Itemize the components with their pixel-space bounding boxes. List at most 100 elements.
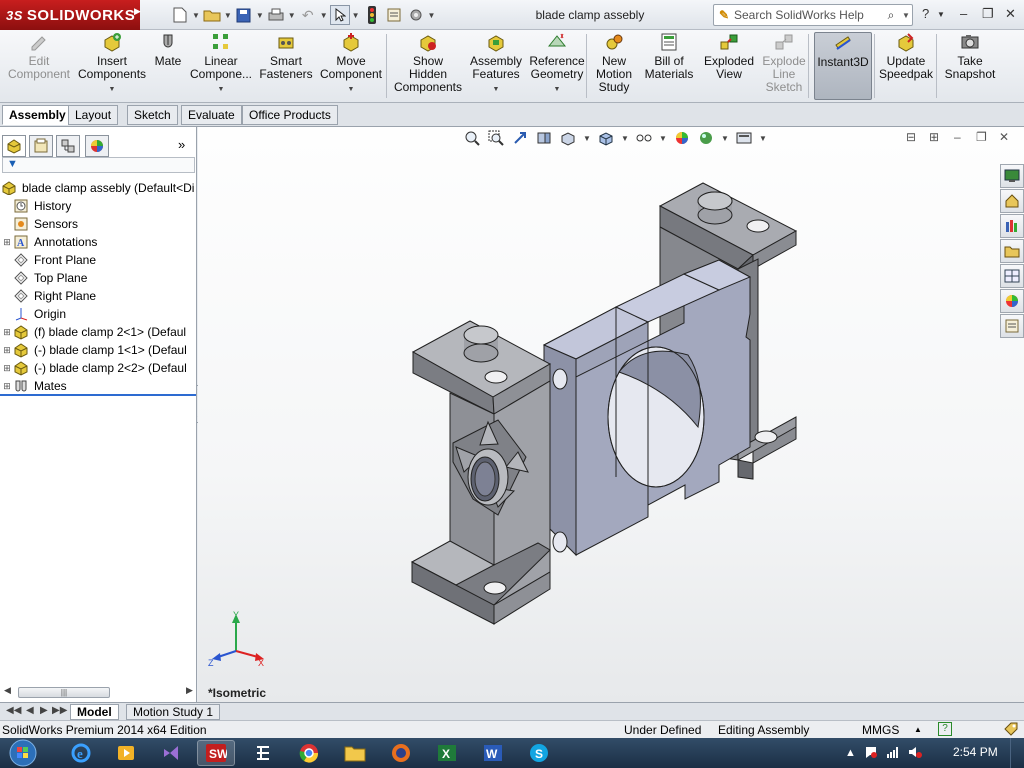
options-dropdown-arrow[interactable]: ▼ [428,11,436,20]
home-icon[interactable] [1000,189,1024,213]
command-dropdown-arrow[interactable]: ▼ [218,83,225,96]
network-signal-icon[interactable] [886,745,900,762]
scroll-thumb[interactable]: ||| [18,687,110,698]
update-speedpak-button[interactable]: Update Speedpak [878,32,934,100]
media-player-icon[interactable] [107,740,145,766]
tree-item-mates[interactable]: ⊞ Mates [0,377,197,395]
next-tab-arrow-icon[interactable]: ▶ [40,705,48,716]
system-clock[interactable]: 2:54 PM [953,745,998,759]
display-style-dropdown-arrow[interactable]: ▼ [621,134,629,143]
tab-model[interactable]: Model [70,704,119,720]
search-input[interactable]: Search SolidWorks Help [734,8,880,22]
last-tab-arrow-icon[interactable]: ▶▶ [52,705,67,716]
show-desktop-button[interactable] [1010,738,1024,768]
instant3d-button[interactable]: Instant3D [814,32,872,100]
first-tab-arrow-icon[interactable]: ◀◀ [6,705,21,716]
new-dropdown-arrow[interactable]: ▼ [192,11,200,20]
center-clamp-part[interactable] [542,259,752,557]
scene-dropdown-arrow[interactable]: ▼ [721,134,729,143]
reference-geometry-button[interactable]: Reference Geometry ▼ [528,32,586,100]
help-status-icon[interactable]: ? [938,722,952,736]
bill-of-materials-button[interactable]: Bill of Materials [642,32,696,100]
search-icon[interactable]: ⌕ [880,8,902,23]
move-component-button[interactable]: Move Component ▼ [318,32,384,100]
view-orientation-dropdown-arrow[interactable]: ▼ [583,134,591,143]
tree-item-history[interactable]: History [0,197,197,215]
tab-sketch[interactable]: Sketch [127,105,178,125]
expand-toggle-icon[interactable]: ⊞ [2,237,12,248]
configurationmanager-tab-icon[interactable] [56,135,80,157]
word-icon[interactable]: W [474,740,512,766]
tab-motion-study-1[interactable]: Motion Study 1 [126,704,221,720]
volume-muted-icon[interactable] [908,745,922,762]
viewport-minimize-button[interactable]: – [954,130,961,144]
design-library-icon[interactable] [1000,214,1024,238]
tree-item-sensors[interactable]: Sensors [0,215,197,233]
feature-tree-filter[interactable]: ▼ [2,157,195,173]
scroll-right-arrow-icon[interactable]: ▶ [186,685,193,696]
file-explorer-icon[interactable] [1000,239,1024,263]
solidworks-resources-icon[interactable] [1000,164,1024,188]
view-palette-icon[interactable] [1000,264,1024,288]
graphics-area[interactable]: ▼ ▼ ▼ ▼ ▼ ⊟ ⊞ – ❐ ✕ Y X Z *Isometric [198,127,1024,702]
hide-show-dropdown-arrow[interactable]: ▼ [659,134,667,143]
tree-item-right-plane[interactable]: Right Plane [0,287,197,305]
visual-studio-icon[interactable] [152,740,190,766]
viewport-split-horizontal-icon[interactable]: ⊞ [929,130,939,144]
print-icon[interactable] [266,5,286,25]
filter-funnel-icon[interactable]: ▼ [7,158,18,170]
undo-dropdown-arrow[interactable]: ▼ [320,11,328,20]
tree-item-front-plane[interactable]: Front Plane [0,251,197,269]
appearances-scenes-icon[interactable] [1000,289,1024,313]
expand-toggle-icon[interactable]: ⊞ [2,363,12,374]
hide-show-items-icon[interactable] [635,129,653,147]
previous-view-icon[interactable] [511,129,529,147]
command-dropdown-arrow[interactable]: ▼ [109,83,116,96]
display-manager-tab-icon[interactable] [85,135,109,157]
insert-components-button[interactable]: Insert Components ▼ [78,32,146,100]
rollback-bar[interactable] [0,394,197,396]
view-orientation-icon[interactable] [597,129,615,147]
expand-toggle-icon[interactable]: ⊞ [2,327,12,338]
apply-scene-icon[interactable] [697,129,715,147]
tree-root-assembly[interactable]: blade clamp assebly (Default<Di [0,179,197,197]
open-dropdown-arrow[interactable]: ▼ [224,11,232,20]
close-button[interactable]: ✕ [1005,6,1016,22]
tree-item-origin[interactable]: Origin [0,305,197,323]
flow-tool-icon[interactable] [244,740,282,766]
minimize-button[interactable]: – [960,6,967,21]
rebuild-traffic-light-icon[interactable] [362,5,382,25]
view-settings-icon[interactable] [735,129,753,147]
undo-icon[interactable]: ↶ [298,5,318,25]
edit-appearance-icon[interactable] [673,129,691,147]
new-motion-study-button[interactable]: New Motion Study [590,32,638,100]
tab-office-products[interactable]: Office Products [242,105,338,125]
smart-fasteners-button[interactable]: Smart Fasteners [258,32,314,100]
scroll-left-arrow-icon[interactable]: ◀ [4,685,11,696]
prev-tab-arrow-icon[interactable]: ◀ [26,705,34,716]
menu-pin-arrow[interactable]: ▶ [134,6,141,17]
exploded-view-button[interactable]: Exploded View [700,32,758,100]
tab-assembly[interactable]: Assembly [2,105,73,125]
tree-horizontal-scrollbar[interactable]: ◀ ||| ▶ [4,685,193,699]
propertymanager-tab-icon[interactable] [29,135,53,157]
viewport-restore-button[interactable]: ❐ [976,130,987,144]
tree-item-blade-clamp-1-1[interactable]: ⊞ (-) blade clamp 1<1> (Defaul [0,341,197,359]
tree-item-top-plane[interactable]: Top Plane [0,269,197,287]
help-search-box[interactable]: ✎ Search SolidWorks Help ⌕ ▼ [713,4,913,26]
assembly-model[interactable] [198,127,1024,702]
search-dropdown-arrow[interactable]: ▼ [902,11,912,20]
tree-item-blade-clamp-2-2[interactable]: ⊞ (-) blade clamp 2<2> (Defaul [0,359,197,377]
take-snapshot-button[interactable]: Take Snapshot [940,32,1000,100]
firefox-icon[interactable] [382,740,420,766]
internet-explorer-icon[interactable]: e [62,740,100,766]
editing-mode[interactable]: Editing Assembly [718,723,809,737]
explode-line-sketch-button[interactable]: Explode Line Sketch [758,32,810,100]
zoom-to-fit-icon[interactable] [463,129,481,147]
mate-button[interactable]: Mate [150,32,186,100]
command-dropdown-arrow[interactable]: ▼ [554,83,561,96]
tab-layout[interactable]: Layout [68,105,119,125]
save-icon[interactable] [234,5,254,25]
action-center-icon[interactable] [864,745,878,762]
featuremanager-tab-icon[interactable] [2,135,26,157]
